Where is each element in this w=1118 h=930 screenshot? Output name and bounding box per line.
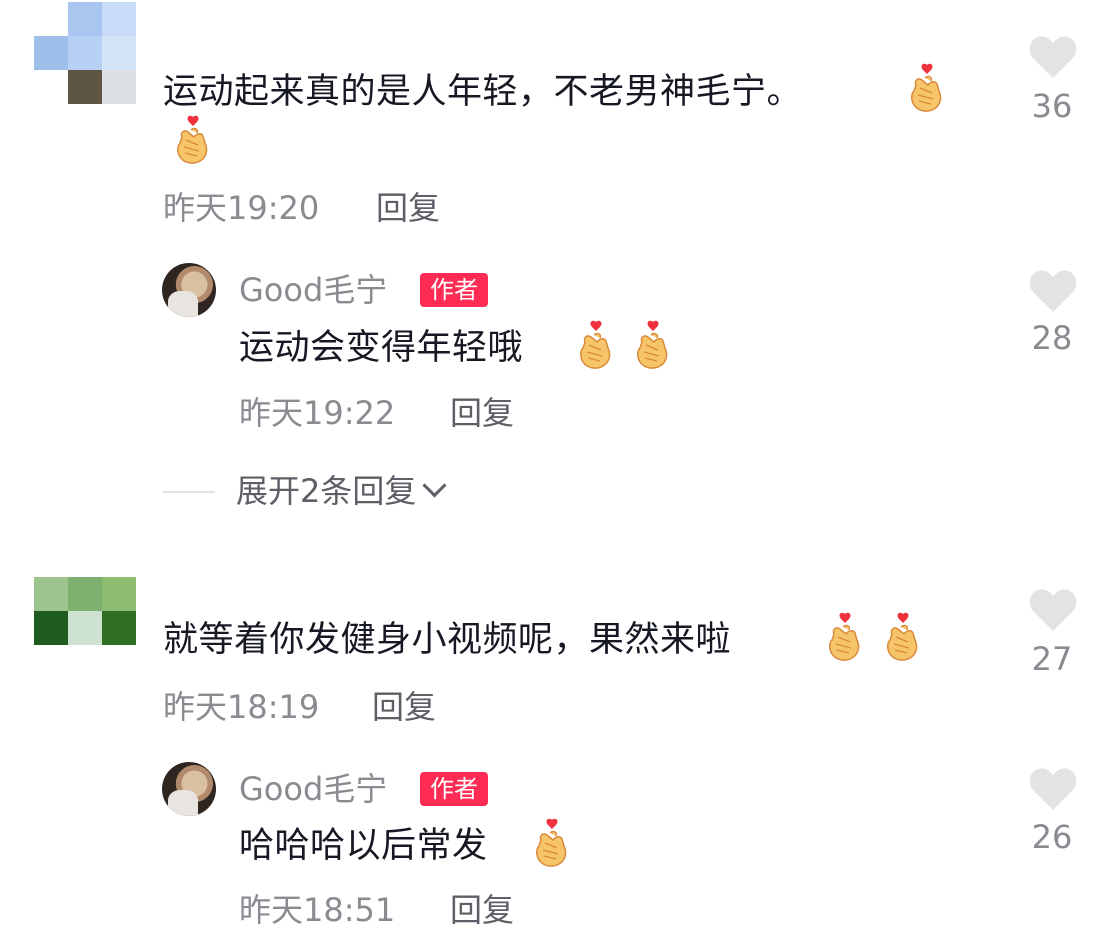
- avatar-pixel: [34, 36, 68, 70]
- like-count: 26: [1031, 818, 1073, 856]
- like-heart-icon[interactable]: [1028, 766, 1078, 812]
- reply-button[interactable]: 回复: [376, 188, 440, 228]
- like-count: 28: [1031, 319, 1073, 357]
- avatar-pixel: [34, 577, 68, 611]
- avatar-pixel: [102, 577, 136, 611]
- reply-button[interactable]: 回复: [450, 890, 514, 930]
- finger-heart-emoji: [634, 320, 672, 370]
- chevron-down-icon: [422, 473, 447, 498]
- reply-time: 昨天18:51: [239, 891, 396, 929]
- like-count: 27: [1031, 640, 1073, 678]
- avatar[interactable]: [34, 577, 136, 645]
- like-heart-icon[interactable]: [1028, 34, 1078, 80]
- reply-text: 哈哈哈以后常发: [239, 826, 488, 866]
- avatar-pixel: [102, 70, 136, 104]
- reply-button[interactable]: 回复: [372, 687, 436, 727]
- username[interactable]: Good毛宁: [239, 270, 387, 310]
- avatar-pixel: [68, 611, 102, 645]
- avatar[interactable]: [34, 2, 136, 104]
- avatar-pixel: [34, 70, 68, 104]
- avatar-pixel: [68, 70, 102, 104]
- like-heart-icon[interactable]: [1028, 587, 1078, 633]
- comment-text: 就等着你发健身小视频呢，果然来啦: [163, 620, 732, 660]
- like-count: 36: [1031, 87, 1073, 125]
- avatar-pixel: [68, 36, 102, 70]
- comment-text: 运动起来真的是人年轻，不老男神毛宁。: [163, 72, 803, 112]
- author-avatar[interactable]: [162, 263, 216, 317]
- avatar-pixel: [68, 577, 102, 611]
- like-heart-icon[interactable]: [1028, 268, 1078, 314]
- finger-heart-emoji: [884, 612, 922, 662]
- expand-replies-button[interactable]: 展开2条回复: [236, 471, 447, 511]
- avatar-pixel: [102, 611, 136, 645]
- reply-text: 运动会变得年轻哦: [239, 328, 524, 368]
- avatar-pixel: [102, 36, 136, 70]
- author-badge: 作者: [420, 273, 488, 307]
- reply-time: 昨天19:22: [239, 394, 396, 432]
- finger-heart-emoji: [174, 115, 212, 165]
- finger-heart-emoji: [533, 818, 571, 868]
- finger-heart-emoji: [577, 320, 615, 370]
- comment-time: 昨天18:19: [163, 688, 320, 726]
- avatar-pixel: [34, 611, 68, 645]
- author-badge: 作者: [420, 772, 488, 806]
- finger-heart-emoji: [908, 63, 946, 113]
- username[interactable]: Good毛宁: [239, 769, 387, 809]
- avatar-pixel: [68, 2, 102, 36]
- avatar-pixel: [102, 2, 136, 36]
- comment-time: 昨天19:20: [163, 189, 320, 227]
- reply-button[interactable]: 回复: [450, 393, 514, 433]
- expand-divider: [163, 491, 215, 493]
- avatar-pixel: [34, 2, 68, 36]
- finger-heart-emoji: [826, 612, 864, 662]
- author-avatar[interactable]: [162, 762, 216, 816]
